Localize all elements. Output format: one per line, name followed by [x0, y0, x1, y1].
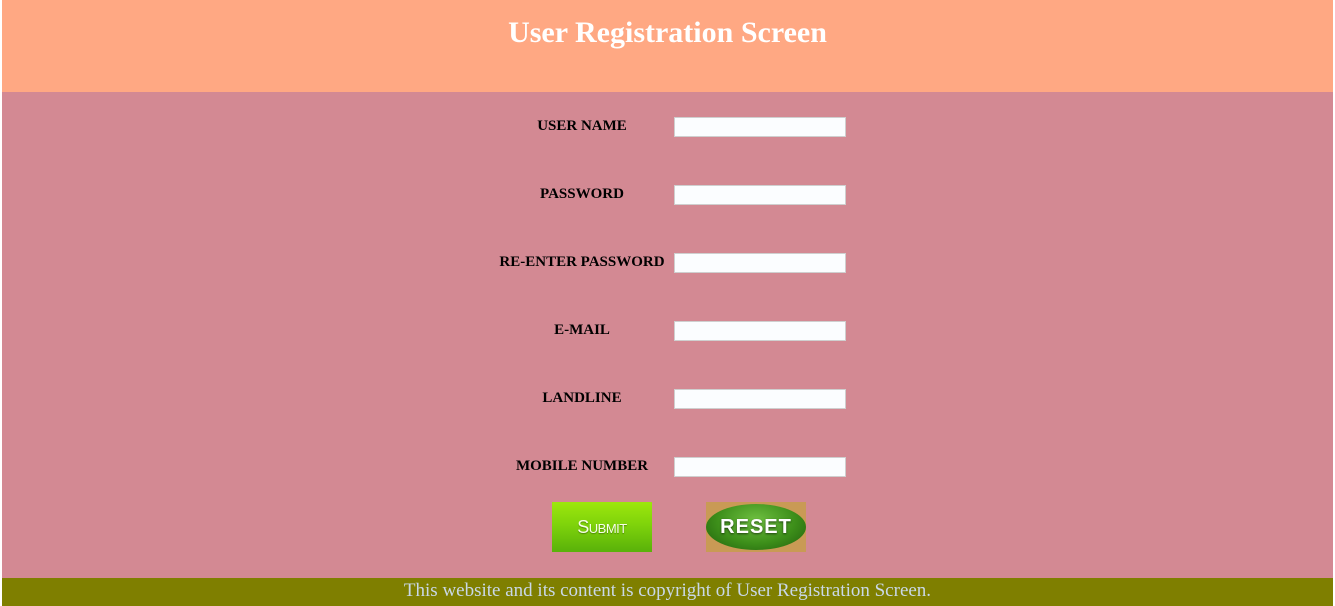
password-input[interactable] [674, 185, 846, 205]
page-title: User Registration Screen [508, 16, 827, 49]
reenter-password-label: RE-ENTER PASSWORD [499, 254, 665, 270]
form-row-password: PASSWORD [490, 184, 850, 206]
email-input[interactable] [674, 321, 846, 341]
landline-input[interactable] [674, 389, 846, 409]
form-row-email: E-MAIL [490, 320, 850, 342]
reset-button-label: RESET [720, 515, 792, 538]
password-label: PASSWORD [540, 186, 624, 202]
copyright-text: This website and its content is copyrigh… [403, 580, 932, 601]
form-row-username: USER NAME [490, 116, 850, 138]
username-input[interactable] [674, 117, 846, 137]
reset-button[interactable]: RESET [706, 502, 806, 552]
registration-form: USER NAME PASSWORD RE-ENTER PASSWORD E-M… [2, 92, 1333, 578]
page-header: User Registration Screen [2, 0, 1333, 92]
landline-label: LANDLINE [542, 390, 622, 406]
reset-button-graphic: RESET [706, 504, 806, 550]
page: User Registration Screen USER NAME PASSW… [2, 0, 1333, 606]
mobile-number-input[interactable] [674, 457, 846, 477]
submit-button-label: Submit [577, 516, 627, 537]
email-label: E-MAIL [554, 322, 610, 338]
mobile-number-label: MOBILE NUMBER [515, 458, 649, 474]
page-footer: This website and its content is copyrigh… [2, 578, 1333, 606]
submit-button[interactable]: Submit [552, 502, 652, 552]
username-label: USER NAME [537, 118, 627, 134]
form-row-mobile: MOBILE NUMBER [490, 456, 850, 478]
reenter-password-input[interactable] [674, 253, 846, 273]
form-row-reenter-password: RE-ENTER PASSWORD [490, 252, 850, 274]
form-row-landline: LANDLINE [490, 388, 850, 410]
